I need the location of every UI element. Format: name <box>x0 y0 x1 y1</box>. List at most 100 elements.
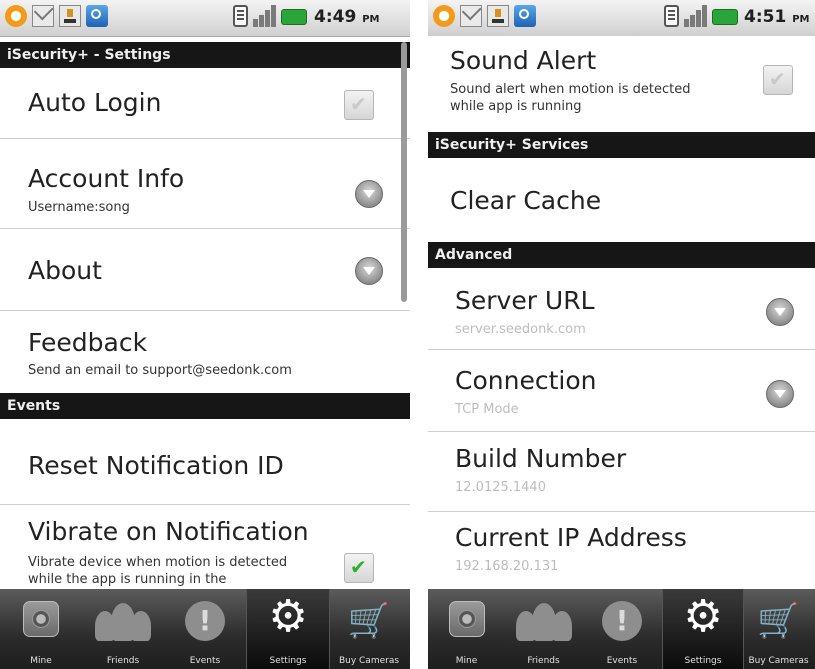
row-title: Feedback <box>28 328 148 357</box>
tab-mine[interactable]: Mine <box>0 589 82 669</box>
row-title: Auto Login <box>28 88 162 117</box>
status-bar: 4:51 PM <box>428 0 815 37</box>
tab-label: Buy Cameras <box>748 656 809 666</box>
scrollbar[interactable] <box>401 42 407 302</box>
alert-icon: ! <box>185 601 225 641</box>
left-screen: 4:49 PM iSecurity+ - Settings Auto Login… <box>0 0 410 669</box>
row-title: Vibrate on Notification <box>28 517 309 546</box>
about-row[interactable]: About <box>0 229 410 311</box>
tab-label: Mine <box>455 656 478 666</box>
status-ampm: PM <box>792 14 810 25</box>
gmail-icon <box>32 5 54 27</box>
current-ip-row[interactable]: Current IP Address 192.168.20.131 <box>428 512 815 589</box>
reset-notification-row[interactable]: Reset Notification ID <box>0 419 410 505</box>
server-url-row[interactable]: Server URL server.seedonk.com <box>428 268 815 350</box>
row-subtitle: Send an email to support@seedonk.com <box>28 363 292 378</box>
row-subtitle-line2: while the app is running in the <box>28 572 227 587</box>
tab-label: Mine <box>30 656 52 666</box>
tab-label: Settings <box>684 656 722 666</box>
status-ampm: PM <box>362 14 380 25</box>
vibrate-row[interactable]: Vibrate on Notification Vibrate device w… <box>0 505 410 589</box>
row-title: Clear Cache <box>450 186 602 215</box>
chevron-down-icon[interactable] <box>355 180 383 208</box>
friends-icon <box>515 601 572 641</box>
auto-login-checkbox[interactable] <box>344 90 374 120</box>
chat-icon <box>514 5 536 27</box>
tab-settings[interactable]: ⚙ Settings <box>662 589 744 669</box>
vibrate-icon <box>664 5 679 27</box>
tab-label: Friends <box>527 656 560 666</box>
clear-cache-row[interactable]: Clear Cache <box>428 158 815 242</box>
chevron-down-icon[interactable] <box>355 257 383 285</box>
row-value: server.seedonk.com <box>455 322 586 337</box>
row-subtitle: Username:song <box>28 200 130 215</box>
row-subtitle-line2: while app is running <box>450 99 582 114</box>
build-number-row[interactable]: Build Number 12.0125.1440 <box>428 432 815 512</box>
tab-label: Friends <box>106 656 140 666</box>
download-icon <box>59 5 81 27</box>
tab-label: Buy Cameras <box>338 656 400 666</box>
row-title: Sound Alert <box>450 46 597 75</box>
alert-icon: ! <box>602 601 642 641</box>
chevron-down-icon[interactable] <box>766 298 794 326</box>
tab-events[interactable]: ! Events <box>582 589 662 669</box>
row-value: 192.168.20.131 <box>455 559 559 574</box>
tab-label: Events <box>606 656 638 666</box>
tab-friends[interactable]: Friends <box>82 589 164 669</box>
status-bar: 4:49 PM <box>0 0 410 37</box>
sound-alert-checkbox[interactable] <box>763 65 793 95</box>
tab-settings[interactable]: ⚙ Settings <box>246 589 330 669</box>
camera-icon <box>448 601 485 637</box>
cart-icon: 🛒 <box>757 601 800 641</box>
connection-row[interactable]: Connection TCP Mode <box>428 350 815 432</box>
tab-buy-cameras[interactable]: 🛒 Buy Cameras <box>742 589 815 669</box>
signal-icon <box>253 5 277 27</box>
status-time: 4:49 PM <box>314 7 380 27</box>
friends-icon <box>95 601 151 641</box>
battery-icon <box>712 9 738 25</box>
section-header-settings: iSecurity+ - Settings <box>0 42 410 68</box>
row-title: About <box>28 256 102 285</box>
feedback-row[interactable]: Feedback Send an email to support@seedon… <box>0 311 410 393</box>
tab-bar: Mine Friends ! Events ⚙ Settings 🛒 Buy C… <box>0 589 410 669</box>
settings-list[interactable]: iSecurity+ - Settings Auto Login Account… <box>0 36 410 589</box>
section-header-events: Events <box>0 393 410 419</box>
vibrate-checkbox[interactable] <box>344 553 374 583</box>
battery-icon <box>281 9 307 25</box>
section-header-advanced: Advanced <box>428 242 815 268</box>
tab-label: Settings <box>269 656 307 666</box>
section-header-services: iSecurity+ Services <box>428 132 815 158</box>
vibrate-icon <box>233 5 248 27</box>
tab-events[interactable]: ! Events <box>164 589 246 669</box>
row-value: TCP Mode <box>455 402 519 417</box>
row-title: Reset Notification ID <box>28 451 284 480</box>
gear-icon: ⚙ <box>683 591 723 642</box>
row-subtitle: Sound alert when motion is detected <box>450 82 691 97</box>
account-info-row[interactable]: Account Info Username:song <box>0 139 410 229</box>
cart-icon: 🛒 <box>347 601 391 641</box>
row-subtitle: Vibrate device when motion is detected <box>28 555 288 570</box>
status-time-value: 4:51 <box>744 7 787 27</box>
camera-icon <box>23 601 59 637</box>
settings-list[interactable]: Sound Alert Sound alert when motion is d… <box>428 36 815 589</box>
status-time: 4:51 PM <box>744 7 810 27</box>
signal-icon <box>684 5 708 27</box>
row-title: Account Info <box>28 164 185 193</box>
row-value: 12.0125.1440 <box>455 480 546 495</box>
notification-icon <box>433 5 455 27</box>
tab-friends[interactable]: Friends <box>505 589 582 669</box>
tab-buy-cameras[interactable]: 🛒 Buy Cameras <box>328 589 410 669</box>
row-title: Build Number <box>455 444 627 473</box>
tab-mine[interactable]: Mine <box>428 589 505 669</box>
download-icon <box>487 5 509 27</box>
row-title: Current IP Address <box>455 523 687 552</box>
row-title: Connection <box>455 366 597 395</box>
auto-login-row[interactable]: Auto Login <box>0 68 410 139</box>
tab-label: Events <box>189 656 221 666</box>
tab-bar: Mine Friends ! Events ⚙ Settings 🛒 Buy C… <box>428 589 815 669</box>
sound-alert-row[interactable]: Sound Alert Sound alert when motion is d… <box>428 36 815 122</box>
notification-icon <box>5 5 27 27</box>
right-screen: 4:51 PM Sound Alert Sound alert when mot… <box>428 0 815 669</box>
chat-icon <box>86 5 108 27</box>
chevron-down-icon[interactable] <box>766 380 794 408</box>
